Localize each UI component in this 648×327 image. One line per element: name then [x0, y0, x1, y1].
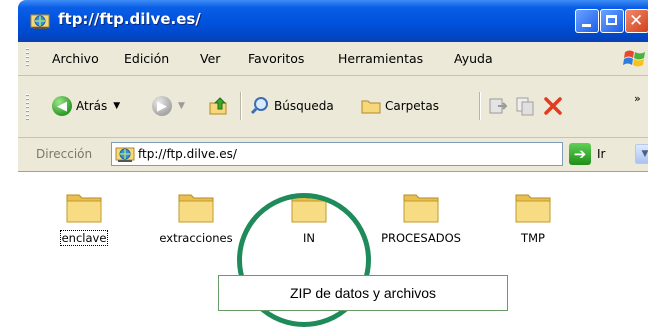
go-label[interactable]: Ir: [597, 147, 605, 161]
address-input[interactable]: ftp://ftp.dilve.es/ ▼: [111, 142, 648, 166]
close-button[interactable]: ✕: [625, 9, 648, 33]
address-value: ftp://ftp.dilve.es/: [138, 147, 237, 161]
search-button[interactable]: Búsqueda: [250, 93, 334, 119]
folder-item-enclave[interactable]: enclave: [34, 189, 134, 246]
forward-dropdown-icon[interactable]: ▼: [178, 101, 185, 111]
address-bar: Dirección ftp://ftp.dilve.es/ ▼ ➔ Ir: [18, 138, 648, 172]
menu-ayuda[interactable]: Ayuda: [454, 51, 493, 66]
menu-herramientas[interactable]: Herramientas: [338, 51, 423, 66]
folder-item-tmp[interactable]: TMP: [483, 189, 583, 245]
windows-logo-icon: [623, 50, 645, 67]
maximize-icon: [606, 15, 617, 25]
folders-label: Carpetas: [385, 99, 439, 113]
menu-bar: Archivo Edición Ver Favoritos Herramient…: [18, 42, 648, 76]
move-to-icon: [489, 98, 508, 114]
title-bar[interactable]: ftp://ftp.dilve.es/ ✕: [18, 0, 648, 42]
address-dropdown-icon[interactable]: ▼: [635, 144, 648, 164]
folder-item-procesados[interactable]: PROCESADOS: [371, 189, 471, 245]
delete-button[interactable]: [543, 93, 563, 119]
folder-label: enclave: [59, 230, 109, 246]
ftp-folder-icon: [115, 147, 135, 162]
up-folder-icon: [209, 97, 227, 115]
window-title: ftp://ftp.dilve.es/: [58, 10, 201, 28]
toolbar-grip[interactable]: [26, 94, 29, 120]
menu-favoritos[interactable]: Favoritos: [248, 51, 304, 66]
folder-icon: [515, 194, 551, 223]
address-label: Dirección: [36, 147, 93, 161]
copy-to-icon: [516, 97, 534, 116]
menu-edicion[interactable]: Edición: [124, 51, 169, 66]
up-folder-button[interactable]: [208, 93, 230, 119]
maximize-button[interactable]: [600, 9, 624, 33]
toolbar-overflow-icon[interactable]: »: [634, 92, 641, 105]
menu-grip[interactable]: [26, 48, 29, 68]
back-label: Atrás: [76, 99, 108, 113]
minimize-icon: [582, 24, 591, 27]
delete-icon: [544, 97, 562, 115]
folder-item-extracciones[interactable]: extracciones: [146, 189, 246, 245]
copy-to-button[interactable]: [515, 93, 535, 119]
search-label: Búsqueda: [274, 99, 334, 113]
standard-toolbar: ◀ Atrás ▼ ▶ ▼ Búsqueda Carpetas »: [18, 76, 648, 138]
close-icon: ✕: [629, 11, 644, 31]
toolbar-separator: [479, 92, 480, 120]
folders-icon: [361, 100, 381, 114]
back-arrow-icon: ◀: [52, 96, 72, 116]
ftp-folder-icon: [30, 14, 50, 29]
menu-archivo[interactable]: Archivo: [52, 51, 99, 66]
folder-label: TMP: [521, 231, 545, 245]
folders-button[interactable]: Carpetas: [361, 93, 439, 119]
move-to-button[interactable]: [488, 93, 508, 119]
folder-label: PROCESADOS: [381, 231, 461, 245]
back-dropdown-icon[interactable]: ▼: [113, 101, 120, 111]
annotation-caption: ZIP de datos y archivos: [218, 275, 508, 311]
minimize-button[interactable]: [575, 9, 599, 33]
folder-icon: [66, 194, 102, 223]
forward-button[interactable]: ▶ ▼: [152, 93, 185, 119]
folder-icon: [403, 194, 439, 223]
back-button[interactable]: ◀ Atrás ▼: [52, 93, 120, 119]
toolbar-separator: [240, 92, 241, 120]
search-icon: [250, 97, 268, 115]
folder-icon: [178, 194, 214, 223]
forward-arrow-icon: ▶: [152, 96, 172, 116]
go-arrow-icon[interactable]: ➔: [569, 143, 591, 165]
folder-label: extracciones: [159, 231, 233, 245]
menu-ver[interactable]: Ver: [200, 51, 220, 66]
